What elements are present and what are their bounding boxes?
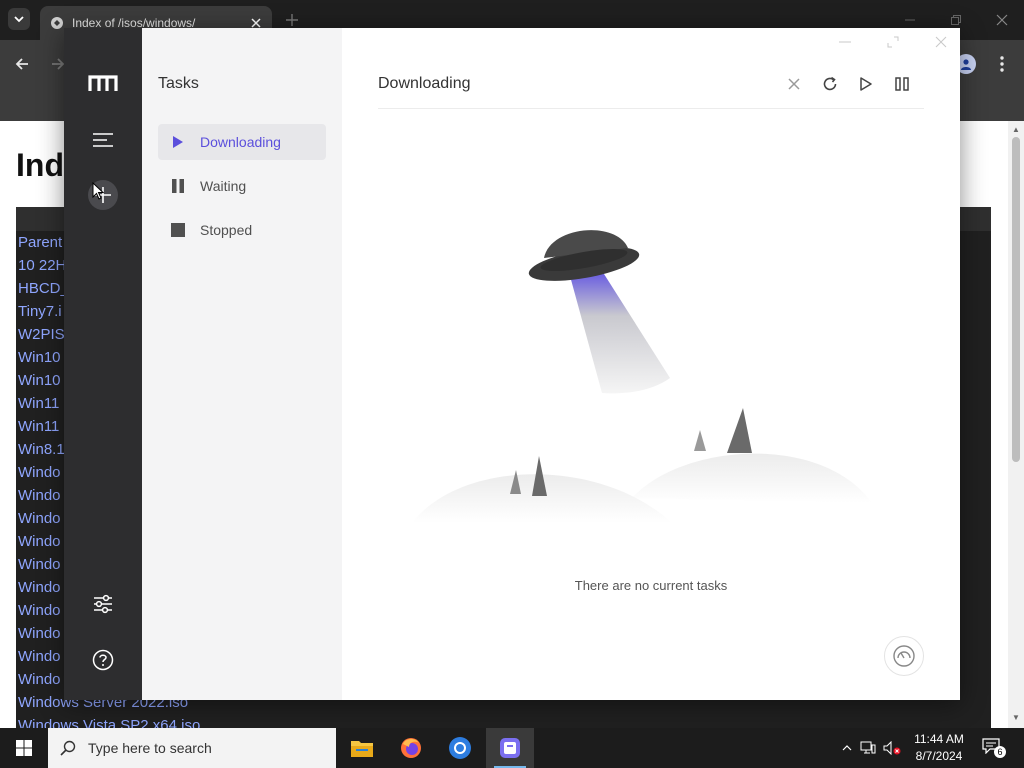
clock-time: 11:44 AM: [914, 732, 964, 746]
scrollbar-thumb[interactable]: [1012, 137, 1020, 462]
kebab-menu-icon: [1000, 56, 1004, 72]
task-main-panel: Downloading There are no current tasks: [342, 28, 960, 700]
motrix-app-icon: [500, 738, 520, 758]
tray-overflow-button[interactable]: [838, 745, 856, 751]
ufo-illustration: [402, 208, 902, 553]
pause-outline-icon: [895, 77, 909, 91]
app-logo: [88, 68, 118, 98]
delete-tasks-button[interactable]: [782, 72, 806, 96]
help-button[interactable]: [88, 645, 118, 675]
help-circle-icon: [92, 649, 114, 671]
app-maximize-button[interactable]: [880, 33, 906, 51]
pause-icon: [170, 178, 186, 194]
subnav-item-stopped[interactable]: Stopped: [158, 212, 326, 248]
new-tab-button[interactable]: [282, 10, 302, 30]
subnav-item-downloading[interactable]: Downloading: [158, 124, 326, 160]
app-rail: [64, 28, 142, 700]
play-icon: [170, 134, 186, 150]
subnav-item-label: Stopped: [200, 222, 253, 238]
page-heading: Ind: [16, 147, 64, 183]
main-title: Downloading: [378, 75, 471, 92]
preferences-button[interactable]: [88, 589, 118, 619]
refresh-icon: [823, 76, 837, 91]
sliders-icon: [94, 594, 112, 614]
person-icon: [961, 59, 971, 70]
system-tray: [838, 728, 904, 768]
stop-icon: [170, 222, 186, 238]
refresh-button[interactable]: [818, 72, 842, 96]
scroll-up-icon[interactable]: ▲: [1012, 125, 1020, 134]
browser-icon: [449, 737, 471, 759]
taskbar-chrome[interactable]: [436, 728, 484, 768]
taskbar-search-box[interactable]: Type here to search: [48, 728, 336, 768]
listing-link[interactable]: Windows Vista SP2 x64.iso: [18, 714, 991, 728]
network-icon: [860, 741, 876, 754]
chevron-down-icon: [14, 16, 24, 23]
subnav-item-label: Waiting: [200, 178, 247, 194]
subnav-title: Tasks: [158, 75, 199, 92]
windows-logo-icon: [16, 740, 32, 756]
scroll-down-icon[interactable]: ▼: [1012, 713, 1020, 722]
tab-search-button[interactable]: [8, 8, 30, 30]
minimize-icon: [905, 19, 915, 21]
search-icon: [60, 740, 76, 756]
app-minimize-button[interactable]: [832, 33, 858, 51]
pause-all-button[interactable]: [890, 72, 914, 96]
motrix-logo-icon: [88, 75, 118, 91]
volume-muted-icon: [883, 741, 901, 755]
close-icon: [996, 14, 1008, 26]
close-icon: [788, 78, 800, 90]
back-button[interactable]: [10, 52, 34, 76]
windows-taskbar: Type here to search 11:44 AM 8/7/2024 6: [0, 728, 1024, 768]
speedometer-icon: [893, 645, 915, 667]
speedometer-button[interactable]: [884, 636, 924, 676]
action-center-button[interactable]: 6: [982, 738, 1006, 758]
clock-date: 8/7/2024: [915, 749, 963, 763]
task-actions: [782, 72, 914, 96]
close-icon: [935, 36, 947, 48]
browser-menu-button[interactable]: [994, 52, 1010, 76]
arrow-left-icon: [15, 58, 28, 70]
search-placeholder: Type here to search: [88, 740, 212, 756]
restore-icon: [951, 15, 961, 25]
app-window-controls: [832, 33, 954, 51]
mouse-cursor-icon: [92, 181, 105, 205]
plus-icon: [286, 14, 298, 26]
page-favicon-icon: [51, 17, 63, 29]
close-icon: [251, 18, 261, 28]
play-outline-icon: [860, 77, 872, 91]
empty-state-message: There are no current tasks: [574, 578, 728, 593]
network-button[interactable]: [856, 741, 880, 755]
subnav-item-label: Downloading: [200, 134, 281, 150]
motrix-window: Tasks Downloading Waiting Stopped Downlo…: [64, 28, 960, 700]
notification-count-badge: 6: [994, 746, 1006, 758]
taskbar-file-explorer[interactable]: [338, 728, 386, 768]
folder-icon: [351, 741, 373, 757]
taskbar-clock[interactable]: 11:44 AM 8/7/2024: [906, 731, 972, 765]
minimize-icon: [839, 41, 851, 43]
resume-all-button[interactable]: [854, 72, 878, 96]
subnav-item-waiting[interactable]: Waiting: [158, 168, 326, 204]
task-subnav: Tasks Downloading Waiting Stopped: [142, 28, 342, 700]
chevron-up-icon: [842, 745, 852, 751]
taskbar-firefox[interactable]: [387, 728, 435, 768]
browser-close-button[interactable]: [990, 8, 1014, 32]
firefox-icon: [401, 738, 421, 758]
menu-lines-icon: [93, 133, 113, 147]
header-divider: [378, 108, 924, 109]
taskbar-motrix[interactable]: [486, 728, 534, 768]
app-close-button[interactable]: [928, 33, 954, 51]
tasks-menu-button[interactable]: [88, 125, 118, 155]
start-button[interactable]: [0, 728, 48, 768]
volume-button[interactable]: [880, 741, 904, 755]
page-scrollbar[interactable]: ▲ ▼: [1008, 121, 1024, 728]
maximize-icon: [887, 36, 899, 48]
